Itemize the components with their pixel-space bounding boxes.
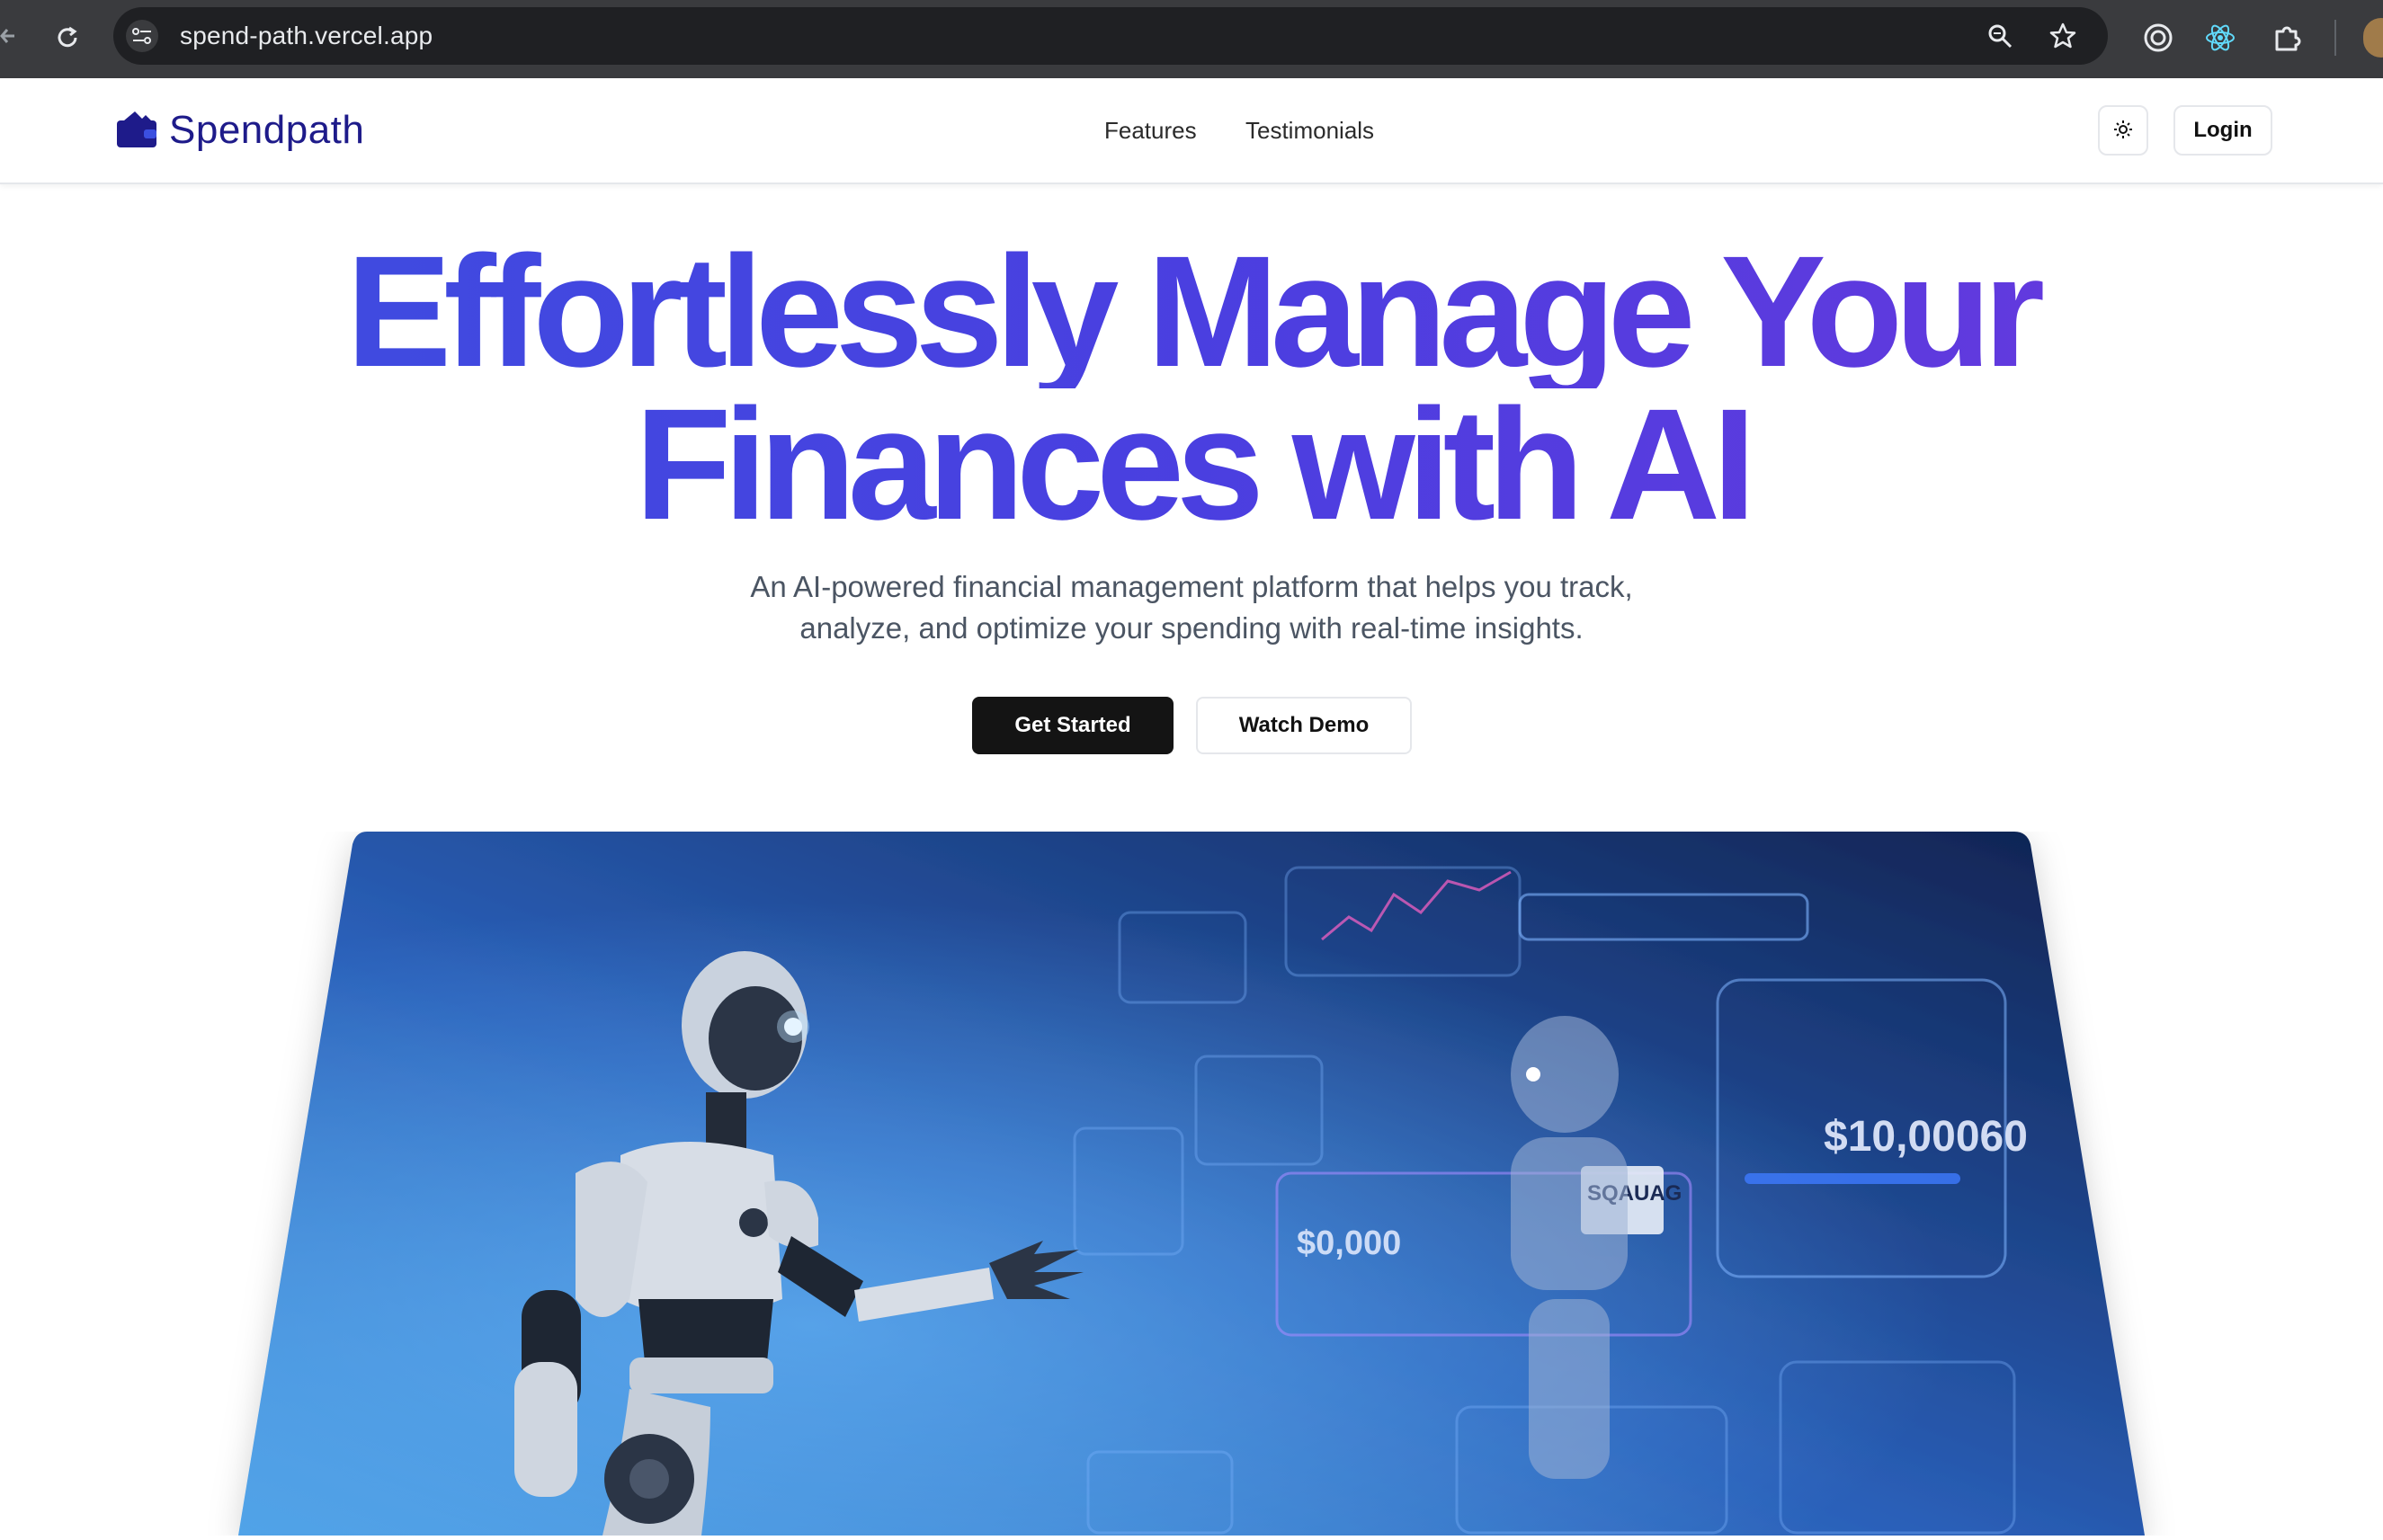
hero-subtitle: An AI-powered financial management platf… [697,566,1686,649]
hero-title-line-2: Finances with AI [0,386,2383,544]
react-devtools-icon[interactable] [2202,20,2238,56]
wallet-icon [115,108,158,154]
brand-name: Spendpath [169,108,365,152]
dashboard-card-value: $0,000 [1297,1224,1401,1262]
hero-title-line-1: Effortlessly Manage Your [0,233,2383,391]
watch-demo-button[interactable]: Watch Demo [1196,697,1412,754]
nav-features-link[interactable]: Features [1104,117,1197,145]
login-button[interactable]: Login [2173,105,2272,156]
get-started-button[interactable]: Get Started [972,697,1174,754]
hero-subtitle-line-2: analyze, and optimize your spending with… [799,611,1584,645]
hero-illustration: $10,00060 $0,000 SQAUAG [0,832,2383,1536]
nav-item-features[interactable]: Features [1104,78,1197,182]
profile-avatar[interactable] [2363,18,2383,58]
hero-subtitle-line-1: An AI-powered financial management platf… [750,570,1633,603]
extensions-puzzle-icon[interactable] [2269,20,2305,56]
site-info-icon[interactable] [126,20,158,52]
ai-robot-dashboard-image: $10,00060 $0,000 SQAUAG [238,832,2145,1536]
nav-item-testimonials[interactable]: Testimonials [1245,78,1374,182]
bookmark-star-icon[interactable] [2047,20,2079,52]
zoom-icon[interactable] [1984,20,2016,52]
brand-logo-link[interactable]: Spendpath [115,105,364,156]
hero-title: Effortlessly Manage Your Finances with A… [0,233,2383,544]
reload-icon[interactable] [49,20,85,56]
dashboard-total-value: $10,00060 [1824,1113,2028,1161]
back-arrow-icon[interactable] [0,22,16,50]
theme-toggle-button[interactable] [2098,105,2148,156]
toolbar-divider [2334,20,2336,56]
sun-icon [2113,120,2133,142]
url-text[interactable]: spend-path.vercel.app [180,7,433,65]
extension-target-icon[interactable] [2140,20,2176,56]
address-bar[interactable]: spend-path.vercel.app [113,7,2108,65]
browser-toolbar: spend-path.vercel.app [0,0,2383,78]
nav-testimonials-link[interactable]: Testimonials [1245,117,1374,145]
site-header: Spendpath Features Testimonials Login [0,78,2383,184]
